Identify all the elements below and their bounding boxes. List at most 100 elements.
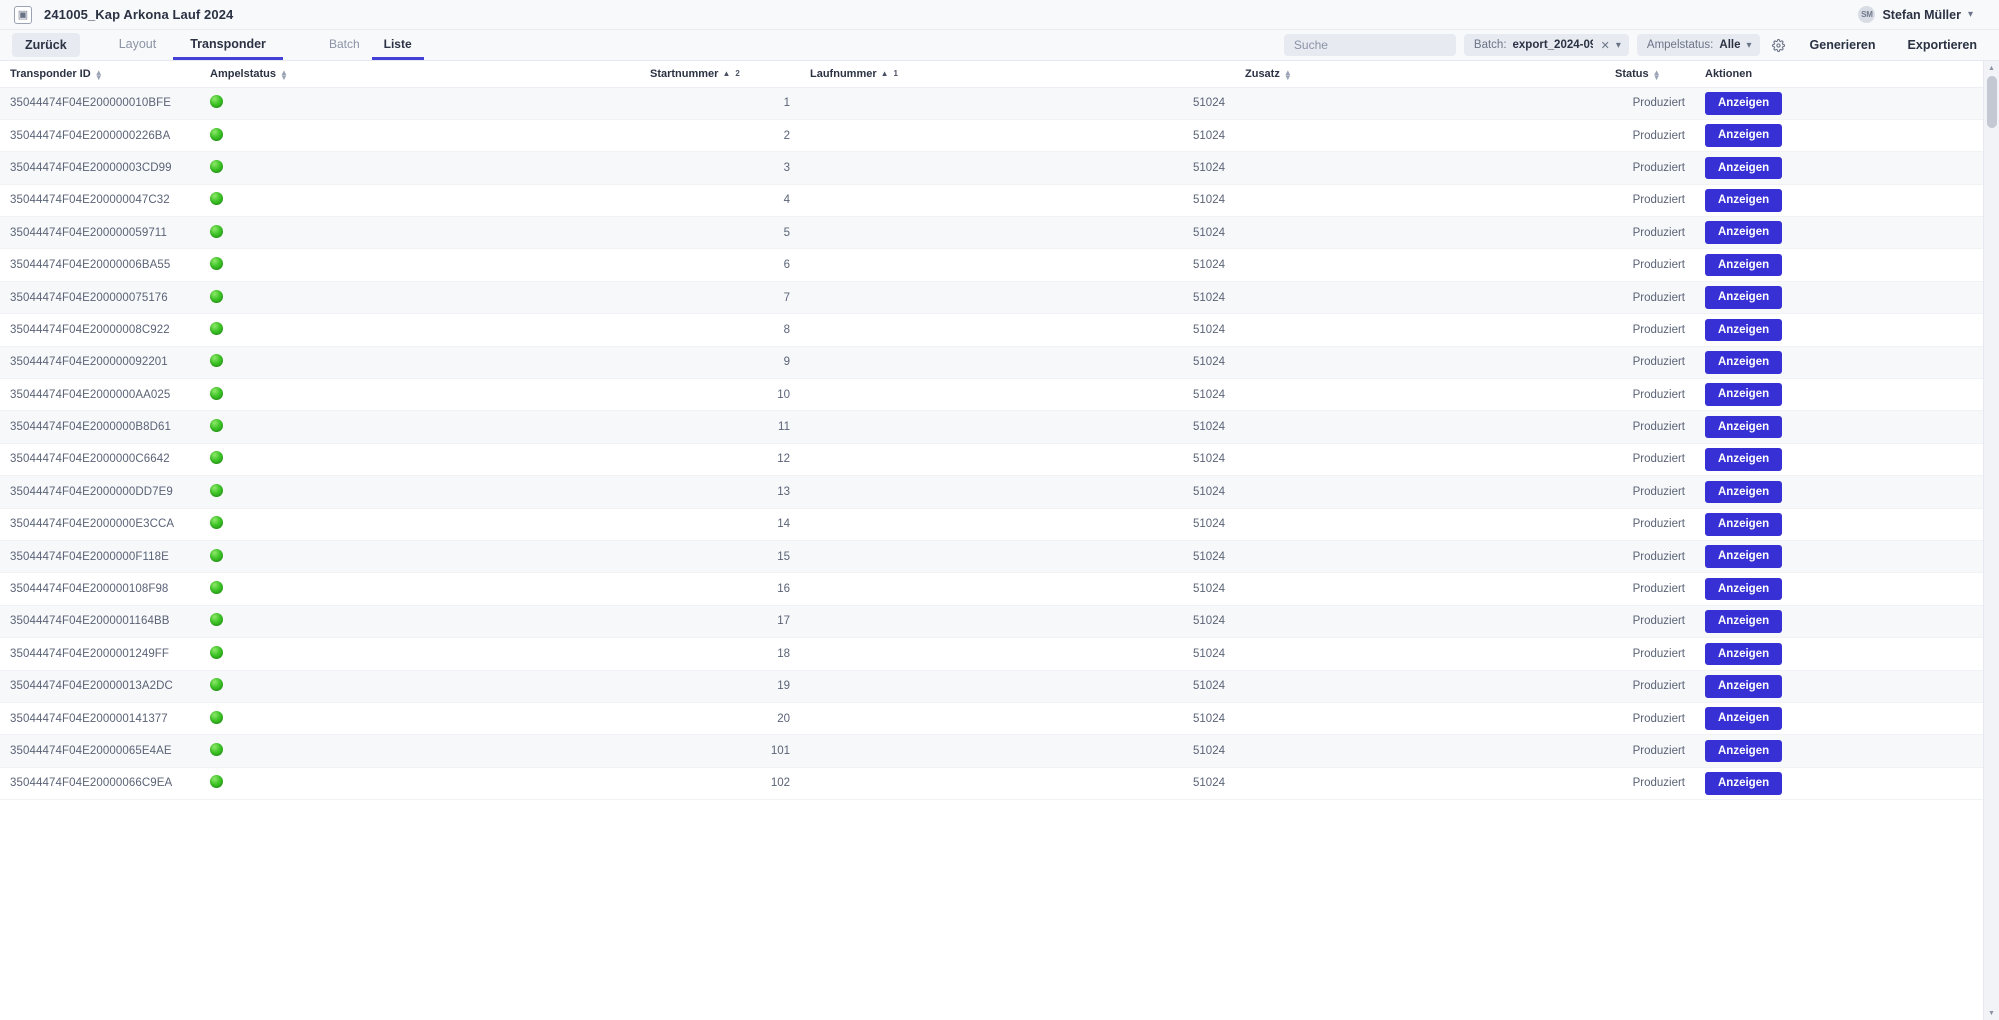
table-row[interactable]: 35044474F04E2000000AA025 10 51024 Produzier… (0, 378, 1983, 412)
status-led-icon (210, 386, 223, 400)
show-button[interactable]: Anzeigen (1705, 351, 1783, 374)
generate-button[interactable]: Generieren (1798, 33, 1888, 57)
column-header-zusatz[interactable]: Zusatz ▲ ▼ (1235, 61, 1605, 88)
sort-icon[interactable]: ▲ ▼ (1653, 68, 1661, 81)
table-row[interactable]: 35044474F04E2000001164BB 17 51024 Produzier… (0, 605, 1983, 639)
cell-zusatz (1235, 184, 1605, 218)
table-row[interactable]: 35044474F04E200000108F98 16 51024 Produzier… (0, 572, 1983, 606)
cell-startnummer: 101 (640, 734, 800, 768)
table-row[interactable]: 35044474F04E2000000C6642 12 51024 Produzier… (0, 443, 1983, 477)
sort-icon[interactable]: ▲ ▼ (95, 68, 103, 81)
status-led-icon (210, 127, 223, 141)
show-button[interactable]: Anzeigen (1705, 383, 1783, 407)
table-row[interactable]: 35044474F04E20000008C922 8 51024 Produziert… (0, 313, 1983, 347)
show-button[interactable]: Anzeigen (1705, 739, 1783, 763)
cell-transponder-id: 35044474F04E2000000F118E (0, 540, 200, 574)
sort-ascending-icon[interactable]: ▲ (722, 69, 730, 78)
show-button[interactable]: Anzeigen (1705, 318, 1783, 342)
column-label: Laufnummer (810, 67, 877, 80)
cell-laufnummer: 51024 (800, 475, 1235, 509)
show-button[interactable]: Anzeigen (1705, 286, 1783, 309)
chevron-down-icon[interactable]: ▾ (1616, 40, 1621, 51)
show-button[interactable]: Anzeigen (1705, 124, 1783, 147)
column-header-startnummer[interactable]: Startnummer ▲ 2 (640, 61, 800, 88)
chevron-down-icon[interactable]: ▾ (1968, 9, 1973, 20)
export-button[interactable]: Exportieren (1896, 33, 1989, 57)
table-row[interactable]: 35044474F04E20000003CD99 3 51024 Produziert… (0, 151, 1983, 185)
show-button[interactable]: Anzeigen (1705, 221, 1783, 245)
show-button[interactable]: Anzeigen (1705, 91, 1783, 115)
show-button[interactable]: Anzeigen (1705, 610, 1783, 633)
show-button[interactable]: Anzeigen (1705, 512, 1783, 536)
show-button[interactable]: Anzeigen (1705, 253, 1783, 277)
table-row[interactable]: 35044474F04E2000000F118E 15 51024 Produzier… (0, 540, 1983, 574)
cell-status: Produziert (1605, 151, 1695, 185)
table-row[interactable]: 35044474F04E20000066C9EA 102 51024 Produzie… (0, 767, 1983, 801)
close-icon[interactable]: ✕ (1601, 39, 1610, 52)
status-led-icon (210, 95, 223, 109)
tab-transponder[interactable]: Transponder (173, 30, 283, 60)
show-button[interactable]: Anzeigen (1705, 545, 1783, 568)
show-button[interactable]: Anzeigen (1705, 480, 1783, 504)
show-button[interactable]: Anzeigen (1705, 448, 1783, 471)
table-row[interactable]: 35044474F04E200000141377 20 51024 Produzier… (0, 702, 1983, 736)
show-button[interactable]: Anzeigen (1705, 577, 1783, 601)
cell-status: Produziert (1605, 410, 1695, 444)
table-row[interactable]: 35044474F04E2000001249FF 18 51024 Produzier… (0, 637, 1983, 671)
batch-filter-dropdown[interactable]: Batch: export_2024-09-26T ✕ ▾ (1463, 34, 1629, 56)
tab-batch[interactable]: Batch (317, 30, 372, 60)
show-button[interactable]: Anzeigen (1705, 415, 1783, 439)
show-button[interactable]: Anzeigen (1705, 707, 1783, 730)
show-button[interactable]: Anzeigen (1705, 772, 1783, 795)
user-menu[interactable]: SM Stefan Müller ▾ (1858, 6, 1985, 23)
column-header-transponder-id[interactable]: Transponder ID ▲ ▼ (0, 61, 200, 88)
column-header-ampelstatus[interactable]: Ampelstatus ▲ ▼ (200, 61, 640, 88)
tab-liste[interactable]: Liste (371, 30, 424, 60)
table-row[interactable]: 35044474F04E200000010BFE 1 51024 Produziert… (0, 87, 1983, 120)
table-header: Transponder ID ▲ ▼ Ampelstatus ▲ ▼ Startnu… (0, 61, 1983, 88)
table-row[interactable]: 35044474F04E20000006BA55 6 51024 Produziert… (0, 248, 1983, 282)
caret-down-icon[interactable]: ▼ (1984, 1006, 1999, 1020)
sort-order-index: 2 (735, 69, 740, 79)
table-row[interactable]: 35044474F04E20000065E4AE 101 51024 Produzie… (0, 734, 1983, 768)
table-row[interactable]: 35044474F04E2000000B8D61 11 51024 Produzier… (0, 410, 1983, 444)
show-button[interactable]: Anzeigen (1705, 156, 1783, 180)
column-header-status[interactable]: Status ▲ ▼ (1605, 61, 1695, 88)
cell-status: Produziert (1605, 475, 1695, 509)
search-input[interactable] (1283, 34, 1456, 56)
table-row[interactable]: 35044474F04E2000000226BA 2 51024 Produziert… (0, 119, 1983, 153)
cell-transponder-id: 35044474F04E2000001164BB (0, 605, 200, 639)
table-row[interactable]: 35044474F04E20000013A2DC 19 51024 Produzier… (0, 670, 1983, 703)
sort-ascending-icon[interactable]: ▲ (881, 69, 889, 78)
sort-icon[interactable]: ▲ ▼ (1284, 68, 1292, 81)
cell-status: Produziert (1605, 572, 1695, 606)
table-row[interactable]: 35044474F04E200000092201 9 51024 Produziert… (0, 346, 1983, 380)
back-button[interactable]: Zurück (12, 33, 80, 57)
cell-aktionen: Anzeigen (1695, 216, 1983, 250)
cell-status: Produziert (1605, 313, 1695, 347)
column-header-laufnummer[interactable]: Laufnummer ▲ 1 (800, 61, 1235, 88)
table-row[interactable]: 35044474F04E200000047C32 4 51024 Produziert… (0, 184, 1983, 218)
cell-transponder-id: 35044474F04E200000108F98 (0, 572, 200, 606)
ampelstatus-filter-dropdown[interactable]: Ampelstatus: Alle ▾ (1636, 34, 1760, 56)
show-button[interactable]: Anzeigen (1705, 674, 1783, 698)
show-button[interactable]: Anzeigen (1705, 189, 1783, 212)
table-row[interactable]: 35044474F04E2000000DD7E9 13 51024 Produzier… (0, 475, 1983, 509)
table-row[interactable]: 35044474F04E2000000E3CCA 14 51024 Produzier… (0, 508, 1983, 541)
chevron-down-icon[interactable]: ▾ (1746, 40, 1751, 51)
vertical-scrollbar[interactable]: ▲ ▼ (1983, 61, 1999, 1020)
table-row[interactable]: 35044474F04E200000075176 7 51024 Produziert… (0, 281, 1983, 315)
gear-icon[interactable] (1768, 34, 1790, 56)
sort-icon[interactable]: ▲ ▼ (280, 68, 288, 81)
show-button[interactable]: Anzeigen (1705, 642, 1783, 666)
toolbar-controls: Batch: export_2024-09-26T ✕ ▾ Ampelstatu… (1283, 33, 1989, 57)
cell-transponder-id: 35044474F04E200000047C32 (0, 184, 200, 218)
scrollbar-thumb[interactable] (1987, 76, 1997, 128)
cell-status: Produziert (1605, 281, 1695, 315)
cell-startnummer: 3 (640, 151, 800, 185)
cell-startnummer: 8 (640, 313, 800, 347)
table-row[interactable]: 35044474F04E200000059711 5 51024 Produziert… (0, 216, 1983, 250)
status-led-icon (210, 354, 223, 368)
caret-up-icon[interactable]: ▲ (1984, 61, 1999, 75)
tab-layout[interactable]: Layout (102, 30, 174, 60)
